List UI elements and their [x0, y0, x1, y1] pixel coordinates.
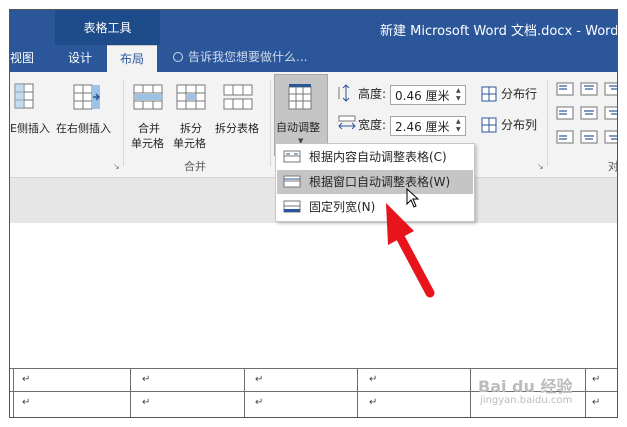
lightbulb-icon: [173, 52, 183, 62]
split-cells-label-1[interactable]: 拆分: [180, 122, 202, 136]
spinner-arrows-icon[interactable]: ▲ ▼: [456, 118, 463, 134]
alignment-icons[interactable]: [555, 80, 617, 150]
group-separator: [270, 80, 271, 166]
menu-item-label: 根据内容自动调整表格(C): [309, 150, 447, 164]
cell-end-mark: ↵: [369, 374, 378, 385]
menu-item-label: 固定列宽(N): [309, 200, 376, 214]
autofit-icon: [288, 84, 312, 110]
cell-end-mark: ↵: [142, 397, 151, 408]
cell-end-mark: ↵: [22, 374, 31, 385]
table-column-border: [13, 368, 14, 417]
cell-end-mark: ↵: [255, 374, 264, 385]
merge-cells-icon: [133, 84, 163, 110]
dialog-launcher-icon[interactable]: ↘: [113, 162, 120, 171]
row-height-value: 0.46 厘米: [395, 89, 450, 103]
group-separator: [547, 80, 548, 166]
distribute-rows-button[interactable]: 分布行: [501, 87, 537, 101]
tell-me-input[interactable]: 告诉我您想要做什么...: [188, 49, 307, 65]
distribute-rows-icon: [481, 86, 497, 102]
insert-right-button[interactable]: 在右侧插入: [56, 122, 111, 136]
table-column-border: [470, 368, 471, 417]
column-width-value: 2.46 厘米: [395, 120, 450, 134]
fixed-width-icon: [283, 200, 301, 213]
split-table-icon: [223, 84, 253, 110]
autofit-label: 自动调整: [276, 121, 320, 134]
table-column-border: [357, 368, 358, 417]
merge-group-title: 合并: [184, 160, 206, 173]
watermark-brand: Bai du 经验: [478, 377, 573, 396]
word-window: 表格工具 新建 Microsoft Word 文档.docx - Word 视图…: [9, 9, 618, 418]
cell-end-mark: ↵: [592, 397, 601, 408]
autofit-contents-icon: [283, 150, 301, 163]
merge-cells-label-1[interactable]: 合并: [138, 122, 160, 136]
distribute-columns-icon: [481, 117, 497, 133]
tab-design[interactable]: 设计: [68, 50, 92, 66]
tab-view[interactable]: 视图: [10, 50, 34, 66]
row-height-icon: [338, 84, 350, 102]
alignment-group-title-partial: 对: [608, 160, 617, 173]
dialog-launcher-icon[interactable]: ↘: [537, 162, 544, 171]
width-label: 宽度:: [358, 118, 387, 132]
cell-end-mark: ↵: [142, 374, 151, 385]
menu-item-label: 根据窗口自动调整表格(W): [309, 175, 451, 189]
menu-item-autofit-contents[interactable]: 根据内容自动调整表格(C): [277, 145, 473, 169]
insert-left-icon: [14, 83, 34, 109]
autofit-window-icon: [283, 175, 301, 188]
height-label: 高度:: [358, 87, 387, 101]
split-table-button[interactable]: 拆分表格: [215, 122, 259, 136]
row-height-input[interactable]: 0.46 厘米 ▲ ▼: [390, 85, 466, 105]
group-separator: [123, 80, 124, 166]
cell-end-mark: ↵: [592, 374, 601, 385]
table-tools-context-label: 表格工具: [55, 10, 160, 45]
column-width-input[interactable]: 2.46 厘米 ▲ ▼: [390, 116, 466, 136]
cell-end-mark: ↵: [22, 397, 31, 408]
insert-right-icon: [73, 84, 101, 110]
menu-item-autofit-window[interactable]: 根据窗口自动调整表格(W): [277, 170, 473, 194]
watermark-url: jingyan.baidu.com: [480, 395, 573, 406]
annotation-arrow-icon: [386, 203, 435, 298]
spinner-arrows-icon[interactable]: ▲ ▼: [456, 87, 463, 103]
cell-end-mark: ↵: [369, 397, 378, 408]
split-cells-icon: [176, 84, 206, 110]
column-width-icon: [338, 115, 356, 130]
distribute-columns-button[interactable]: 分布列: [501, 118, 537, 132]
tab-layout[interactable]: 布局: [107, 45, 157, 73]
table-column-border: [585, 368, 586, 417]
cell-end-mark: ↵: [255, 397, 264, 408]
merge-cells-label-2[interactable]: 单元格: [131, 137, 164, 151]
document-page[interactable]: ↵ ↵ ↵ ↵ ↵ ↵ ↵ ↵ ↵ ↵ Bai du 经验 jingyan.ba…: [10, 223, 617, 417]
window-title: 新建 Microsoft Word 文档.docx - Word: [380, 24, 617, 39]
screenshot-frame: 表格工具 新建 Microsoft Word 文档.docx - Word 视图…: [0, 0, 627, 427]
split-cells-label-2[interactable]: 单元格: [173, 137, 206, 151]
table-column-border: [130, 368, 131, 417]
insert-left-button[interactable]: E侧插入: [10, 122, 50, 136]
table-column-border: [244, 368, 245, 417]
